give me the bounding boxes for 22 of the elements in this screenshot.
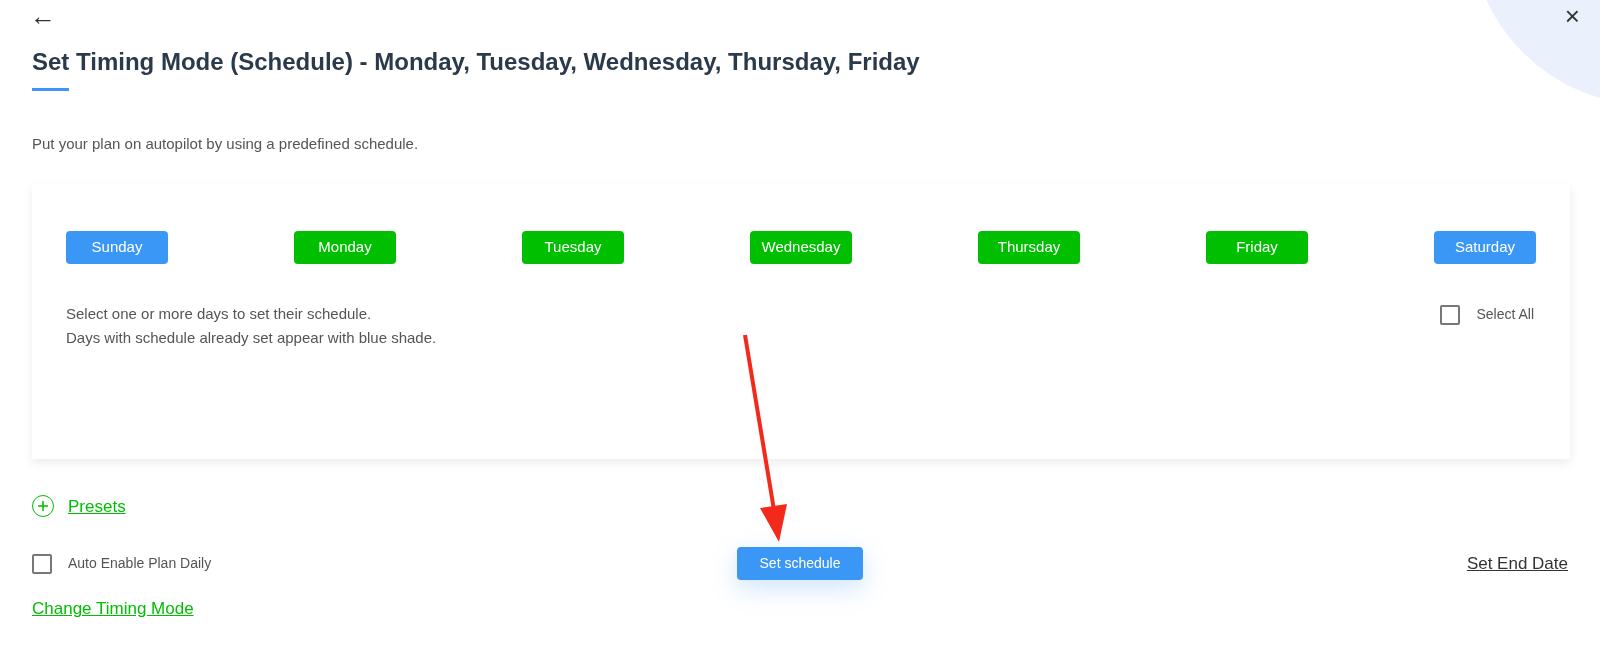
checkbox[interactable] [32,553,52,574]
day-button[interactable]: Saturday [1434,230,1536,264]
auto-enable-label: Auto Enable Plan Daily [68,554,212,573]
day-button[interactable]: Tuesday [522,230,624,264]
select-all-label: Select All [1476,305,1534,324]
hint-text: Days with schedule already set appear with blue shade. [66,327,437,348]
day-button[interactable]: Thursday [978,230,1080,264]
day-button[interactable]: Friday [1206,230,1308,264]
presets-link[interactable]: Presets [68,493,126,519]
checkbox[interactable] [1440,304,1461,325]
change-timing-mode-link[interactable]: Change Timing Mode [32,596,194,622]
day-button[interactable]: Monday [294,230,396,264]
hint-text: Select one or more days to set their schedule. [66,303,373,324]
back-button[interactable]: ← [30,3,56,29]
title-underline [32,88,69,91]
close-button[interactable]: × [1564,3,1580,29]
description-text: Put your plan on autopilot by using a predefined schedule. [32,134,420,154]
set-end-date-link[interactable]: Set End Date [1466,550,1568,577]
set-schedule-button[interactable]: Set schedule [737,547,863,580]
day-button[interactable]: Sunday [66,230,168,264]
day-button[interactable]: Wednesday [750,230,852,264]
page-title: Set Timing Mode (Schedule) - Monday, Tuesday, Wednesday, Thursday, Friday [32,47,921,77]
